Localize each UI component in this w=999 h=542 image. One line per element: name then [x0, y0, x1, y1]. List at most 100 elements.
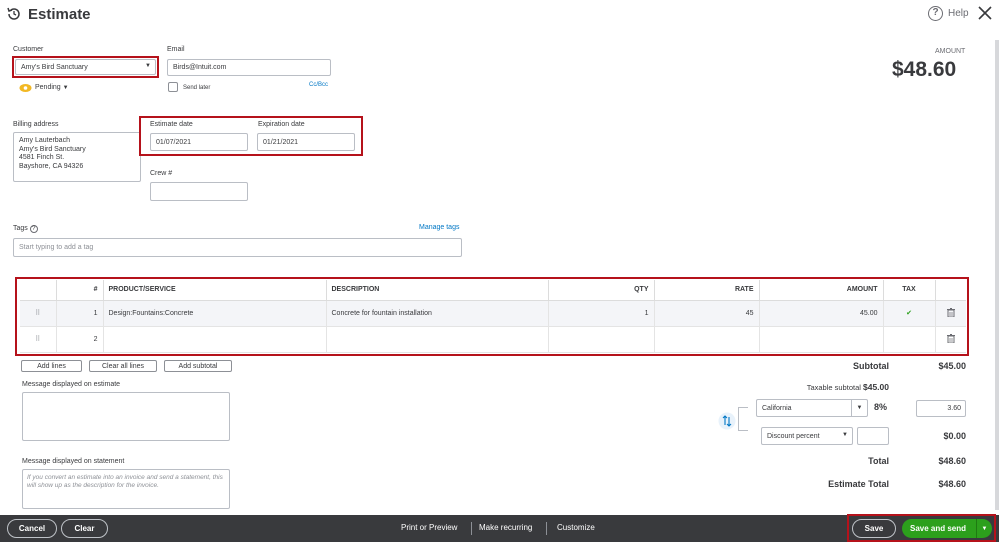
row-qty[interactable] [548, 326, 655, 353]
row-amount[interactable] [759, 326, 884, 353]
tax-bracket [738, 407, 748, 431]
statement-message-textarea[interactable]: If you convert an estimate into an invoi… [22, 469, 230, 509]
send-later-label: Send later [183, 85, 211, 91]
table-row[interactable]: ⠿ 1 Design:Fountains:Concrete Concrete f… [20, 300, 966, 327]
estimate-date-label: Estimate date [150, 121, 193, 128]
status-dropdown[interactable]: Pending ▼ [35, 84, 69, 91]
tax-amount-field[interactable]: 3.60 [916, 400, 966, 417]
save-and-send-button[interactable]: Save and send ▼ [902, 519, 992, 538]
cc-bcc-link[interactable]: Cc/Bcc [309, 82, 328, 88]
estimate-date-value: 01/07/2021 [156, 138, 192, 146]
col-qty: QTY [548, 280, 655, 301]
trash-icon[interactable] [935, 300, 966, 327]
estimate-total-label: Estimate Total [828, 479, 889, 489]
clear-button[interactable]: Clear [61, 519, 108, 538]
add-subtotal-button[interactable]: Add subtotal [164, 360, 232, 372]
items-table: # PRODUCT/SERVICE DESCRIPTION QTY RATE A… [20, 280, 966, 353]
tags-input[interactable]: Start typing to add a tag [13, 238, 462, 257]
email-label: Email [167, 46, 185, 53]
billing-line: Amy Lauterbach [19, 137, 70, 144]
help-link[interactable]: Help [948, 8, 969, 19]
chevron-down-icon[interactable]: ▼ [976, 519, 992, 538]
col-description: DESCRIPTION [326, 280, 549, 301]
estimate-message-textarea[interactable] [22, 392, 230, 441]
amount-label: AMOUNT [935, 48, 966, 55]
statement-message-label: Message displayed on statement [22, 458, 125, 465]
eye-status-icon [19, 84, 32, 92]
estimate-message-label: Message displayed on estimate [22, 381, 121, 388]
crew-field[interactable] [150, 182, 248, 201]
swap-tax-icon[interactable] [718, 412, 736, 430]
col-rate: RATE [654, 280, 760, 301]
subtotal-label: Subtotal [853, 361, 889, 371]
clear-all-lines-button[interactable]: Clear all lines [89, 360, 157, 372]
discount-value: $0.00 [943, 431, 966, 441]
save-button[interactable]: Save [852, 519, 896, 538]
row-description[interactable] [326, 326, 549, 353]
billing-line: Amy's Bird Sanctuary [19, 145, 86, 153]
drag-handle-icon[interactable]: ⠿ [20, 326, 57, 353]
print-preview-link[interactable]: Print or Preview [401, 523, 457, 532]
total-value: $48.60 [938, 456, 966, 466]
customize-link[interactable]: Customize [557, 523, 595, 532]
tax-region-select[interactable]: California ▼ [756, 399, 868, 417]
trash-icon[interactable] [935, 326, 966, 353]
tags-label-text: Tags [13, 225, 28, 232]
taxable-subtotal: Taxable subtotal $45.00 [760, 382, 889, 392]
add-lines-button[interactable]: Add lines [21, 360, 82, 372]
email-value: Birds@Intuit.com [173, 64, 227, 71]
tax-region-value: California [762, 404, 792, 412]
row-rate[interactable]: 45 [654, 300, 760, 327]
close-icon[interactable] [976, 4, 994, 22]
row-qty[interactable]: 1 [548, 300, 655, 327]
drag-col-header [20, 280, 57, 301]
taxable-value: $45.00 [863, 382, 889, 392]
chevron-down-icon: ▼ [145, 63, 151, 69]
discount-input[interactable] [857, 427, 889, 445]
taxable-label: Taxable subtotal [806, 383, 861, 392]
discount-type-value: Discount percent [767, 432, 820, 440]
row-rate[interactable] [654, 326, 760, 353]
email-field[interactable]: Birds@Intuit.com [167, 59, 331, 76]
row-tax[interactable] [883, 326, 936, 353]
billing-address-field[interactable]: Amy Lauterbach Amy's Bird Sanctuary 4581… [13, 132, 141, 182]
tax-amount-value: 3.60 [947, 405, 961, 412]
col-amount: AMOUNT [759, 280, 884, 301]
tax-check-icon[interactable]: ✔ [883, 300, 936, 327]
cancel-button[interactable]: Cancel [7, 519, 57, 538]
chevron-down-icon: ▼ [851, 400, 867, 416]
amount-value: $48.60 [892, 58, 957, 81]
tags-placeholder: Start typing to add a tag [19, 244, 94, 251]
help-icon[interactable]: ? [29, 225, 38, 233]
help-icon[interactable]: ? [928, 6, 943, 21]
customer-select[interactable]: Amy's Bird Sanctuary ▼ [15, 59, 156, 75]
drag-handle-icon[interactable]: ⠿ [20, 300, 57, 327]
row-product[interactable]: Design:Fountains:Concrete [103, 300, 327, 327]
total-label: Total [868, 456, 889, 466]
estimate-total-value: $48.60 [938, 479, 966, 489]
statement-placeholder: If you convert an estimate into an invoi… [27, 474, 223, 489]
billing-line: 4581 Finch St. [19, 154, 65, 161]
save-and-send-label: Save and send [910, 524, 967, 533]
expiration-date-field[interactable]: 01/21/2021 [257, 133, 355, 151]
row-product[interactable] [103, 326, 327, 353]
manage-tags-link[interactable]: Manage tags [419, 224, 459, 231]
billing-label: Billing address [13, 121, 59, 128]
discount-type-select[interactable]: Discount percent ▼ [761, 427, 853, 445]
footer-divider [471, 522, 472, 535]
make-recurring-link[interactable]: Make recurring [479, 523, 532, 532]
scrollbar[interactable] [995, 40, 999, 510]
chevron-down-icon: ▼ [842, 432, 848, 438]
col-product: PRODUCT/SERVICE [103, 280, 327, 301]
row-description[interactable]: Concrete for fountain installation [326, 300, 549, 327]
expiration-date-label: Expiration date [258, 121, 305, 128]
row-num: 1 [56, 300, 104, 327]
table-row[interactable]: ⠿ 2 [20, 326, 966, 353]
row-amount[interactable]: 45.00 [759, 300, 884, 327]
crew-label: Crew # [150, 170, 173, 177]
history-icon[interactable] [6, 6, 22, 22]
tags-label: Tags ? [13, 225, 38, 233]
delete-col-header [935, 280, 966, 301]
send-later-checkbox[interactable] [168, 82, 178, 92]
estimate-date-field[interactable]: 01/07/2021 [150, 133, 248, 151]
